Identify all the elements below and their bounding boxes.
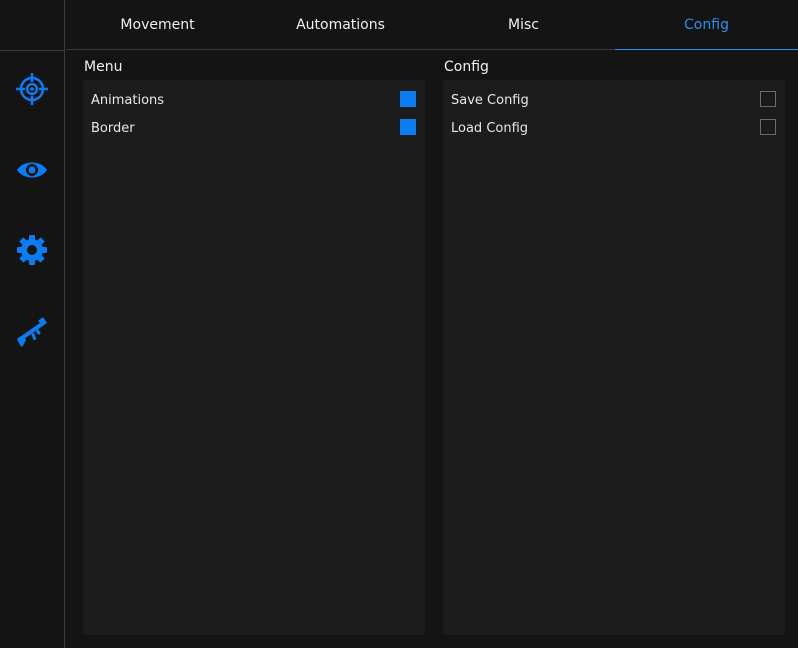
option-label: Border [91, 120, 135, 136]
option-row-save-config: Save Config [443, 86, 785, 114]
border-checkbox[interactable] [400, 119, 416, 135]
menu-section: Menu Animations Border [83, 58, 425, 635]
option-row-load-config: Load Config [443, 114, 785, 142]
config-section-title: Config [444, 59, 489, 75]
sidebar [0, 0, 65, 648]
tab-misc[interactable]: Misc [432, 0, 615, 49]
config-section: Config Save Config Load Config [443, 58, 785, 635]
menu-section-title: Menu [84, 59, 123, 75]
option-label: Animations [91, 92, 165, 108]
option-label: Save Config [451, 92, 529, 108]
option-label: Load Config [451, 120, 529, 136]
load-config-checkbox[interactable] [760, 119, 776, 135]
save-config-checkbox[interactable] [760, 91, 776, 107]
top-tab-bar: Movement Automations Misc Config [66, 0, 798, 50]
tab-movement[interactable]: Movement [66, 0, 249, 49]
gear-icon[interactable] [12, 230, 52, 270]
animations-checkbox[interactable] [400, 91, 416, 107]
eye-icon[interactable] [12, 150, 52, 190]
menu-panel: Animations Border [83, 80, 425, 635]
rifle-icon[interactable] [12, 311, 52, 351]
tab-automations[interactable]: Automations [249, 0, 432, 49]
tab-config[interactable]: Config [615, 0, 798, 50]
option-row-border: Border [83, 114, 425, 142]
option-row-animations: Animations [83, 86, 425, 114]
sidebar-header [0, 0, 64, 51]
crosshair-icon[interactable] [12, 69, 52, 109]
config-panel: Save Config Load Config [443, 80, 785, 635]
